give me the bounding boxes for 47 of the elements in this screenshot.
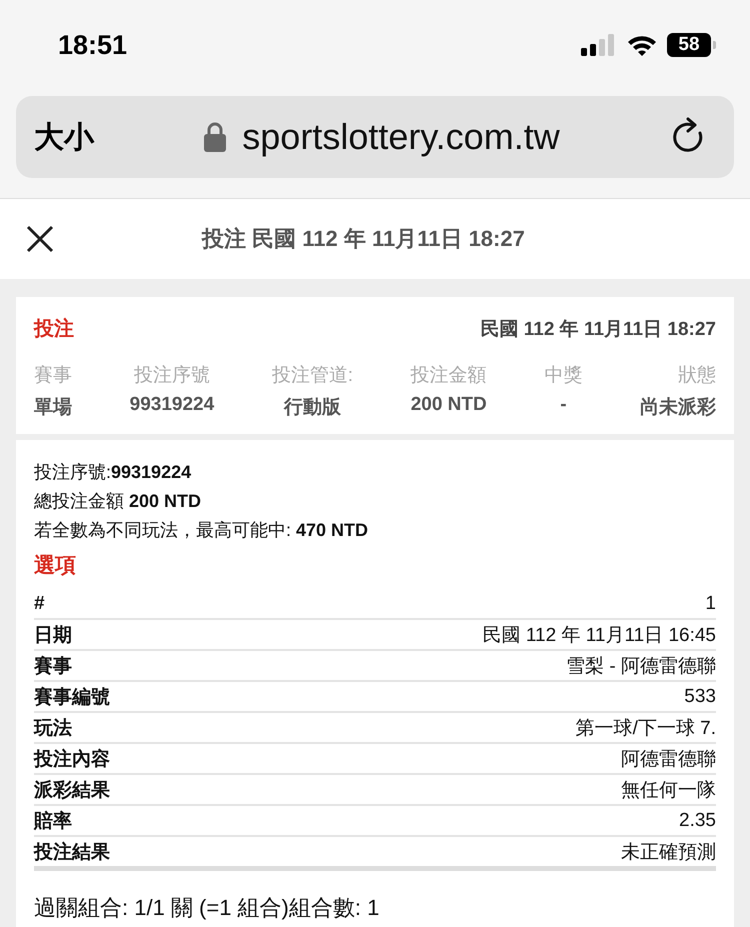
column-value: 行動版: [284, 396, 341, 420]
row-value: 未正確預測: [621, 840, 716, 864]
column-value: 99319224: [130, 394, 214, 416]
row-label: 賠率: [34, 810, 72, 834]
combination-text: 過關組合: 1/1 關 (=1 組合)組合數: 1: [34, 894, 380, 922]
row-label: 玩法: [34, 716, 72, 740]
row-value: 2.35: [679, 810, 716, 832]
row-label: #: [34, 592, 45, 614]
column-value: -: [560, 394, 567, 416]
bet-datetime: 民國 112 年 11月11日 18:27: [480, 318, 716, 342]
row-value: 1: [705, 592, 716, 614]
row-label: 投注內容: [34, 748, 110, 772]
row-label: 投注結果: [34, 840, 110, 864]
signal-icon: [581, 34, 617, 56]
row-value: 民國 112 年 11月11日 16:45: [482, 624, 716, 648]
row-label: 賽事編號: [34, 686, 110, 710]
status-time: 18:51: [58, 30, 128, 60]
row-value: 雪梨 - 阿德雷德聯: [566, 654, 716, 678]
summary-line: 若全數為不同玩法，最高可能中: 470 NTD: [34, 519, 370, 542]
row-label: 賽事: [34, 654, 72, 678]
page-title: 投注 民國 112 年 11月11日 18:27: [202, 225, 525, 253]
row-value: 第一球/下一球 7.: [576, 716, 716, 740]
column-heading: 狀態: [678, 364, 716, 388]
bet-label: 投注: [34, 316, 74, 342]
summary-line: 總投注金額 200 NTD: [34, 490, 202, 513]
url-text: sportslottery.com.tw: [242, 116, 560, 158]
column-heading: 賽事: [34, 364, 72, 388]
battery-icon: 58: [667, 33, 711, 57]
column-value: 單場: [34, 396, 72, 420]
options-title: 選項: [34, 553, 77, 579]
row-value: 阿德雷德聯: [621, 748, 716, 772]
row-label: 日期: [34, 624, 72, 648]
lock-icon: [204, 122, 226, 152]
row-label: 派彩結果: [34, 778, 110, 802]
column-heading: 投注序號: [134, 364, 210, 388]
row-value: 533: [684, 686, 716, 708]
column-heading: 投注金額: [410, 364, 487, 388]
column-value: 200 NTD: [410, 394, 487, 416]
text-size-button[interactable]: 大小: [34, 116, 94, 158]
summary-line: 投注序號:99319224: [34, 461, 192, 484]
close-icon[interactable]: [26, 225, 54, 253]
row-value: 無任何一隊: [621, 778, 716, 802]
address-bar[interactable]: 大小 sportslottery.com.tw: [16, 96, 734, 178]
column-heading: 中獎: [544, 364, 582, 388]
column-value: 尚未派彩: [640, 396, 716, 420]
wifi-icon: [627, 34, 657, 56]
column-heading: 投注管道:: [272, 364, 354, 388]
